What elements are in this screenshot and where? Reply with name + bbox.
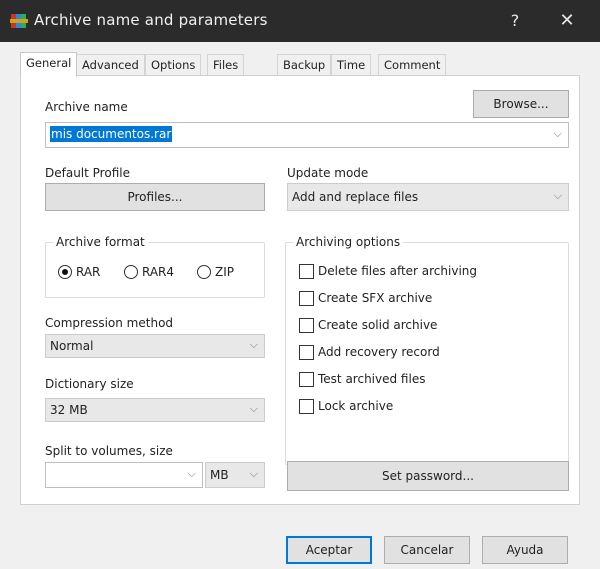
dialog-body: General Advanced Options Files Backup Ti… (0, 42, 600, 569)
radio-zip-label[interactable]: ZIP (215, 265, 234, 279)
archive-name-combobox[interactable]: mis documentos.rar ⌵ (45, 122, 569, 148)
split-unit-select[interactable]: MB ⌵ (205, 462, 265, 488)
title-bar: Archive name and parameters ? ✕ (0, 0, 600, 42)
checkbox-lock-archive[interactable] (299, 399, 314, 414)
checkbox-create-solid-label[interactable]: Create solid archive (318, 318, 437, 332)
checkbox-create-sfx-label[interactable]: Create SFX archive (318, 291, 432, 305)
dictionary-size-value: 32 MB (50, 403, 88, 417)
checkbox-test-archived-label[interactable]: Test archived files (318, 372, 425, 386)
update-mode-label: Update mode (287, 166, 369, 180)
checkbox-delete-files-label[interactable]: Delete files after archiving (318, 264, 477, 278)
split-unit-value: MB (210, 468, 229, 482)
tab-general[interactable]: General (20, 52, 78, 77)
help-icon[interactable]: ? (500, 8, 530, 34)
compression-method-label: Compression method (45, 316, 174, 330)
radio-rar4-label[interactable]: RAR4 (142, 265, 174, 279)
compression-method-value: Normal (50, 339, 94, 353)
chevron-down-icon[interactable]: ⌵ (250, 402, 258, 416)
update-mode-value: Add and replace files (292, 190, 419, 204)
update-mode-select[interactable]: Add and replace files ⌵ (287, 183, 569, 211)
window-title: Archive name and parameters (34, 11, 268, 29)
tab-time[interactable]: Time (331, 54, 372, 76)
archive-name-input[interactable]: mis documentos.rar (50, 126, 173, 142)
chevron-down-icon[interactable]: ⌵ (250, 467, 258, 481)
tab-backup[interactable]: Backup (277, 54, 332, 76)
archive-name-label: Archive name (45, 100, 128, 114)
checkbox-delete-files[interactable] (299, 264, 314, 279)
default-profile-label: Default Profile (45, 166, 130, 180)
tab-files[interactable]: Files (207, 54, 245, 76)
checkbox-add-recovery-label[interactable]: Add recovery record (318, 345, 440, 359)
archive-format-caption: Archive format (53, 235, 148, 249)
chevron-down-icon[interactable]: ⌵ (554, 127, 562, 141)
general-tab-panel: Archive name Browse... mis documentos.ra… (20, 75, 580, 505)
profiles-button[interactable]: Profiles... (45, 183, 265, 211)
radio-zip[interactable] (197, 265, 211, 279)
archiving-options-caption: Archiving options (293, 235, 404, 249)
chevron-down-icon[interactable]: ⌵ (554, 189, 562, 203)
split-volumes-size-combobox[interactable]: ⌵ (45, 462, 203, 488)
dictionary-size-select[interactable]: 32 MB ⌵ (45, 398, 265, 422)
browse-button[interactable]: Browse... (473, 90, 569, 118)
dictionary-size-label: Dictionary size (45, 377, 134, 391)
tab-comment[interactable]: Comment (378, 54, 447, 76)
checkbox-create-sfx[interactable] (299, 291, 314, 306)
tab-options[interactable]: Options (145, 54, 202, 76)
radio-rar[interactable] (58, 265, 72, 279)
checkbox-create-solid[interactable] (299, 318, 314, 333)
ok-button[interactable]: Aceptar (286, 536, 372, 564)
checkbox-test-archived[interactable] (299, 372, 314, 387)
chevron-down-icon[interactable]: ⌵ (250, 338, 258, 352)
radio-rar4[interactable] (124, 265, 138, 279)
split-volumes-label: Split to volumes, size (45, 444, 173, 458)
compression-method-select[interactable]: Normal ⌵ (45, 334, 265, 358)
radio-rar-label[interactable]: RAR (76, 265, 100, 279)
chevron-down-icon[interactable]: ⌵ (188, 467, 196, 481)
close-icon[interactable]: ✕ (552, 8, 582, 34)
cancel-button[interactable]: Cancelar (384, 536, 470, 564)
winrar-app-icon (10, 14, 28, 28)
checkbox-add-recovery[interactable] (299, 345, 314, 360)
checkbox-lock-archive-label[interactable]: Lock archive (318, 399, 393, 413)
set-password-button[interactable]: Set password... (287, 461, 569, 491)
help-button[interactable]: Ayuda (482, 536, 568, 564)
tab-advanced[interactable]: Advanced (76, 54, 145, 76)
radio-selected-dot (62, 269, 68, 275)
